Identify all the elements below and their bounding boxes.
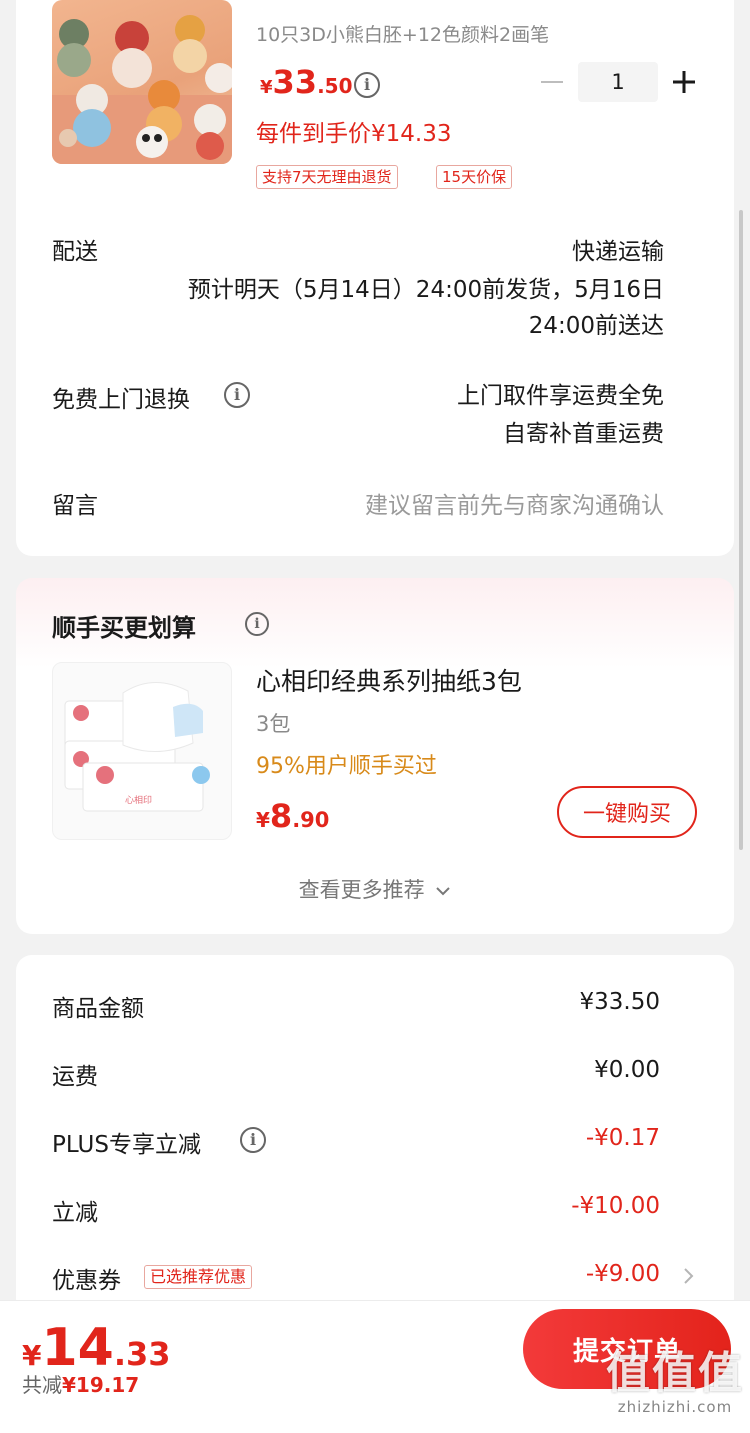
total-decimal: .33: [113, 1335, 171, 1373]
total-saved-label: 共减: [22, 1373, 62, 1397]
summary-value-plus-discount: -¥0.17: [585, 1125, 660, 1151]
product-price: ¥33.50: [260, 64, 353, 106]
addon-product-spec: 3包: [256, 712, 291, 736]
addon-price: ¥8.90: [256, 796, 329, 842]
delivery-eta-line1: 预计明天（5月14日）24:00前发货，5月16日: [187, 277, 664, 303]
price-integer: 33: [272, 63, 318, 101]
plus-discount-info-icon[interactable]: i: [240, 1127, 266, 1153]
one-click-buy-button[interactable]: 一键购买: [557, 786, 697, 838]
checkout-bar: ¥14.33 共减¥19.17 提交订单: [0, 1300, 750, 1433]
return-service-info-icon[interactable]: i: [224, 382, 250, 408]
svg-text:心相印: 心相印: [125, 794, 152, 806]
return-policy-tag: 支持7天无理由退货: [256, 165, 398, 189]
summary-label-instant-discount: 立减: [52, 1200, 98, 1226]
more-recommendations-link[interactable]: 查看更多推荐: [16, 874, 734, 904]
addon-info-icon[interactable]: i: [245, 612, 269, 636]
addon-card: 顺手买更划算 i 心相印 心相印经典系列抽纸3包 3包 95%用户顺手买过 ¥8…: [16, 578, 734, 934]
order-card: 10只3D小熊白胚+12色颜料2画笔 ¥33.50 i 1 每件到手价¥14.3…: [16, 0, 734, 556]
return-service-line2: 自寄补首重运费: [503, 421, 664, 447]
delivery-eta-line2: 24:00前送达: [528, 313, 664, 339]
product-image[interactable]: [52, 0, 232, 164]
plus-icon: [673, 71, 695, 93]
quantity-input[interactable]: 1: [578, 62, 658, 102]
price-currency: ¥: [260, 77, 273, 98]
addon-product-name[interactable]: 心相印经典系列抽纸3包: [256, 662, 522, 698]
submit-order-button[interactable]: 提交订单: [523, 1309, 731, 1389]
summary-label-coupon: 优惠券: [52, 1268, 121, 1294]
summary-label-goods-amount: 商品金额: [52, 996, 144, 1022]
message-input[interactable]: 建议留言前先与商家沟通确认: [365, 486, 664, 520]
quantity-decrease-button[interactable]: [538, 62, 566, 102]
addon-social-proof: 95%用户顺手买过: [256, 754, 437, 779]
coupon-chevron-right-icon[interactable]: [683, 1267, 695, 1285]
addon-product-image[interactable]: 心相印: [52, 662, 232, 840]
summary-value-goods-amount: ¥33.50: [579, 989, 660, 1015]
per-item-price: 每件到手价¥14.33: [256, 121, 452, 147]
summary-label-plus-discount: PLUS专享立减: [52, 1132, 201, 1158]
summary-value-shipping: ¥0.00: [594, 1057, 660, 1083]
coupon-badge: 已选推荐优惠: [144, 1265, 253, 1289]
delivery-label: 配送: [52, 239, 98, 265]
summary-label-shipping: 运费: [52, 1064, 98, 1090]
price-summary-card: 商品金额 ¥33.50 运费 ¥0.00 PLUS专享立减 i -¥0.17 立…: [16, 955, 734, 1315]
message-label: 留言: [52, 493, 98, 519]
total-saved-value: ¥19.17: [62, 1373, 140, 1397]
summary-value-coupon[interactable]: -¥9.00: [586, 1261, 660, 1287]
summary-value-instant-discount: -¥10.00: [571, 1193, 660, 1219]
minus-icon: [541, 81, 563, 83]
more-recommendations-label: 查看更多推荐: [298, 878, 425, 902]
price-info-icon[interactable]: i: [354, 72, 380, 98]
return-service-label: 免费上门退换: [52, 387, 190, 413]
chevron-down-icon: [436, 887, 451, 896]
addon-price-currency: ¥: [256, 808, 270, 832]
addon-section-title: 顺手买更划算: [52, 614, 196, 642]
total-saved: 共减¥19.17: [22, 1369, 139, 1398]
scrollbar[interactable]: [739, 210, 743, 850]
price-protect-tag: 15天价保: [436, 165, 513, 189]
addon-price-integer: 8: [269, 797, 293, 835]
quantity-increase-button[interactable]: [670, 62, 698, 102]
return-service-line1: 上门取件享运费全免: [457, 383, 664, 409]
delivery-method[interactable]: 快递运输: [572, 232, 664, 266]
addon-price-decimal: .90: [292, 808, 330, 832]
price-decimal: .50: [317, 74, 353, 98]
product-spec: 10只3D小熊白胚+12色颜料2画笔: [256, 24, 550, 46]
total-currency: ¥: [22, 1339, 42, 1372]
